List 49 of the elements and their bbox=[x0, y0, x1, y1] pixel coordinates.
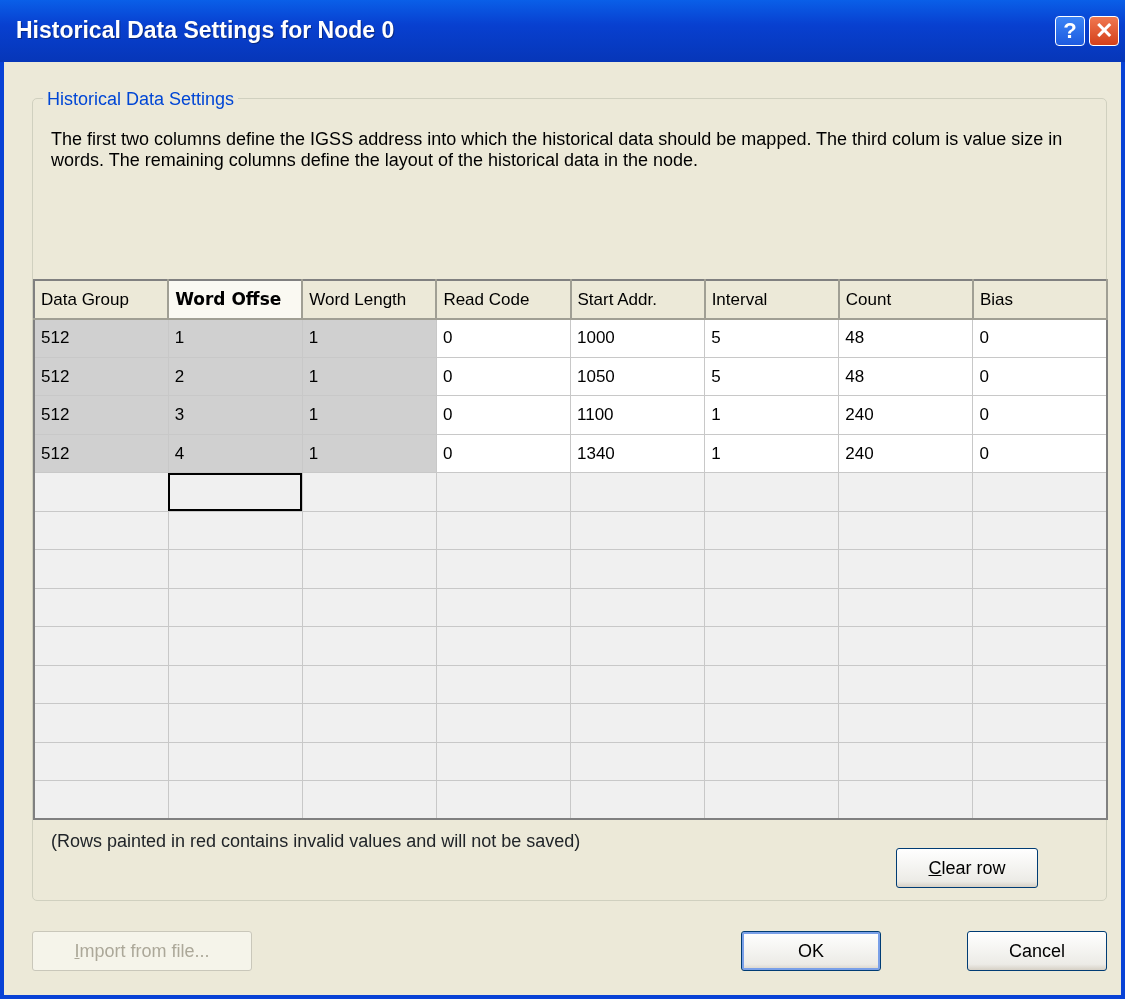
cancel-button[interactable]: Cancel bbox=[967, 931, 1107, 971]
table-cell[interactable]: 0 bbox=[972, 395, 1107, 434]
table-cell[interactable]: 512 bbox=[34, 434, 169, 473]
table-cell[interactable]: 2 bbox=[168, 357, 303, 396]
table-cell[interactable]: 240 bbox=[838, 434, 973, 473]
column-header[interactable]: Start Addr. bbox=[570, 280, 705, 319]
close-button[interactable]: ✕ bbox=[1089, 16, 1119, 46]
table-cell[interactable]: 1 bbox=[302, 357, 437, 396]
table-cell[interactable]: 3 bbox=[168, 395, 303, 434]
column-header[interactable]: Data Group bbox=[34, 280, 169, 319]
table-cell[interactable]: 0 bbox=[436, 318, 571, 357]
table-cell[interactable]: 0 bbox=[436, 434, 571, 473]
table-cell[interactable]: 1 bbox=[704, 434, 839, 473]
column-header[interactable]: Word Length bbox=[302, 280, 437, 319]
table-cell[interactable]: 48 bbox=[838, 357, 973, 396]
table-cell[interactable]: 5 bbox=[704, 357, 839, 396]
ok-button[interactable]: OK bbox=[741, 931, 881, 971]
table-cell[interactable]: 0 bbox=[972, 357, 1107, 396]
table-cell[interactable]: 1 bbox=[302, 434, 437, 473]
column-header[interactable]: Count bbox=[838, 280, 973, 319]
column-header[interactable]: Word Offse bbox=[168, 280, 303, 319]
table-cell[interactable]: 5 bbox=[704, 318, 839, 357]
table-cell[interactable]: 1100 bbox=[570, 395, 705, 434]
table-cell[interactable]: 0 bbox=[972, 434, 1107, 473]
table-cell[interactable]: 1340 bbox=[570, 434, 705, 473]
table-cell[interactable]: 1 bbox=[302, 395, 437, 434]
note-text: (Rows painted in red contains invalid values and will not be saved) bbox=[51, 830, 581, 853]
window-title: Historical Data Settings for Node 0 bbox=[16, 17, 396, 45]
focused-cell[interactable] bbox=[168, 472, 303, 511]
table-cell[interactable]: 0 bbox=[436, 395, 571, 434]
table-cell[interactable]: 512 bbox=[34, 318, 169, 357]
table-cell[interactable]: 1 bbox=[302, 318, 437, 357]
table-cell[interactable]: 1050 bbox=[570, 357, 705, 396]
clear-row-button[interactable]: Clear row bbox=[896, 848, 1038, 888]
table-cell[interactable]: 48 bbox=[838, 318, 973, 357]
description-text: The first two columns define the IGSS address into which the historical data should be mapped. The third colum is value size in words. The remaining columns define the layout of the historical data in the node. bbox=[51, 129, 1064, 173]
help-button[interactable]: ? bbox=[1055, 16, 1085, 46]
table-cell[interactable]: 0 bbox=[972, 318, 1107, 357]
table-cell[interactable]: 4 bbox=[168, 434, 303, 473]
column-header[interactable]: Interval bbox=[704, 280, 839, 319]
table-cell[interactable]: 240 bbox=[838, 395, 973, 434]
table-cell[interactable]: 1 bbox=[168, 318, 303, 357]
column-header[interactable]: Read Code bbox=[436, 280, 571, 319]
column-header[interactable]: Bias bbox=[972, 280, 1107, 319]
table-cell[interactable]: 1 bbox=[704, 395, 839, 434]
table-cell[interactable]: 512 bbox=[34, 357, 169, 396]
table-cell[interactable]: 1000 bbox=[570, 318, 705, 357]
table-cell[interactable]: 512 bbox=[34, 395, 169, 434]
table-cell[interactable]: 0 bbox=[436, 357, 571, 396]
